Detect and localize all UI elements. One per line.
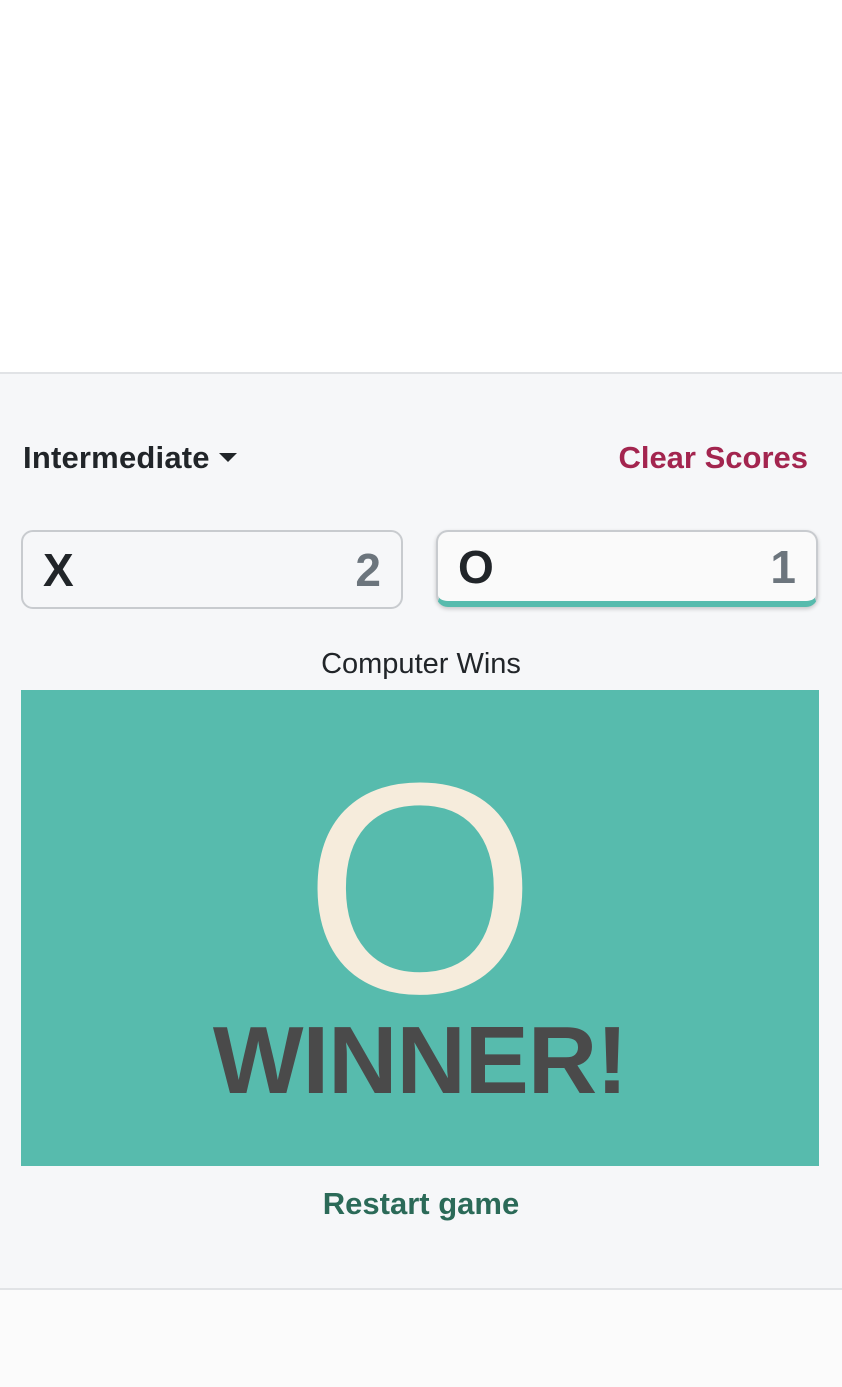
bottom-blank-area (0, 1290, 842, 1387)
score-card-x[interactable]: X 2 (21, 530, 403, 609)
player-x-symbol: X (43, 543, 74, 596)
difficulty-label: Intermediate (23, 440, 210, 475)
game-board: O WINNER! (21, 690, 819, 1166)
game-status: Computer Wins (321, 648, 521, 680)
restart-game-button[interactable]: Restart game (0, 1186, 842, 1222)
difficulty-dropdown[interactable]: Intermediate (23, 440, 237, 476)
top-blank-area (0, 0, 842, 372)
player-o-score: 1 (770, 540, 796, 593)
player-o-symbol: O (458, 540, 494, 593)
winner-message: WINNER! (212, 1007, 628, 1114)
clear-scores-button[interactable]: Clear Scores (618, 440, 808, 476)
winner-symbol: O (303, 720, 537, 1056)
player-x-score: 2 (355, 543, 381, 596)
chevron-down-icon (218, 452, 237, 462)
score-card-o[interactable]: O 1 (436, 530, 818, 607)
